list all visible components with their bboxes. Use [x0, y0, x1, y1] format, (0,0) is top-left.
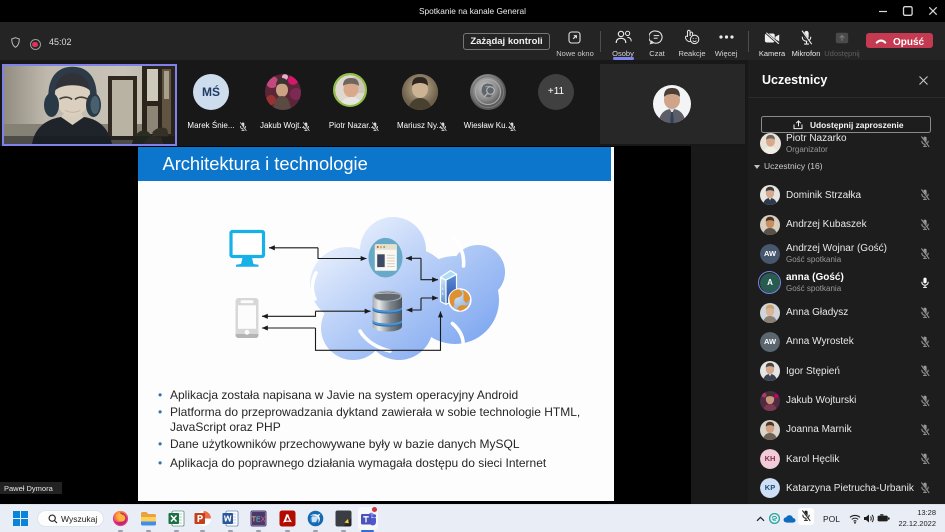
svg-text:TEX: TEX — [252, 517, 266, 524]
